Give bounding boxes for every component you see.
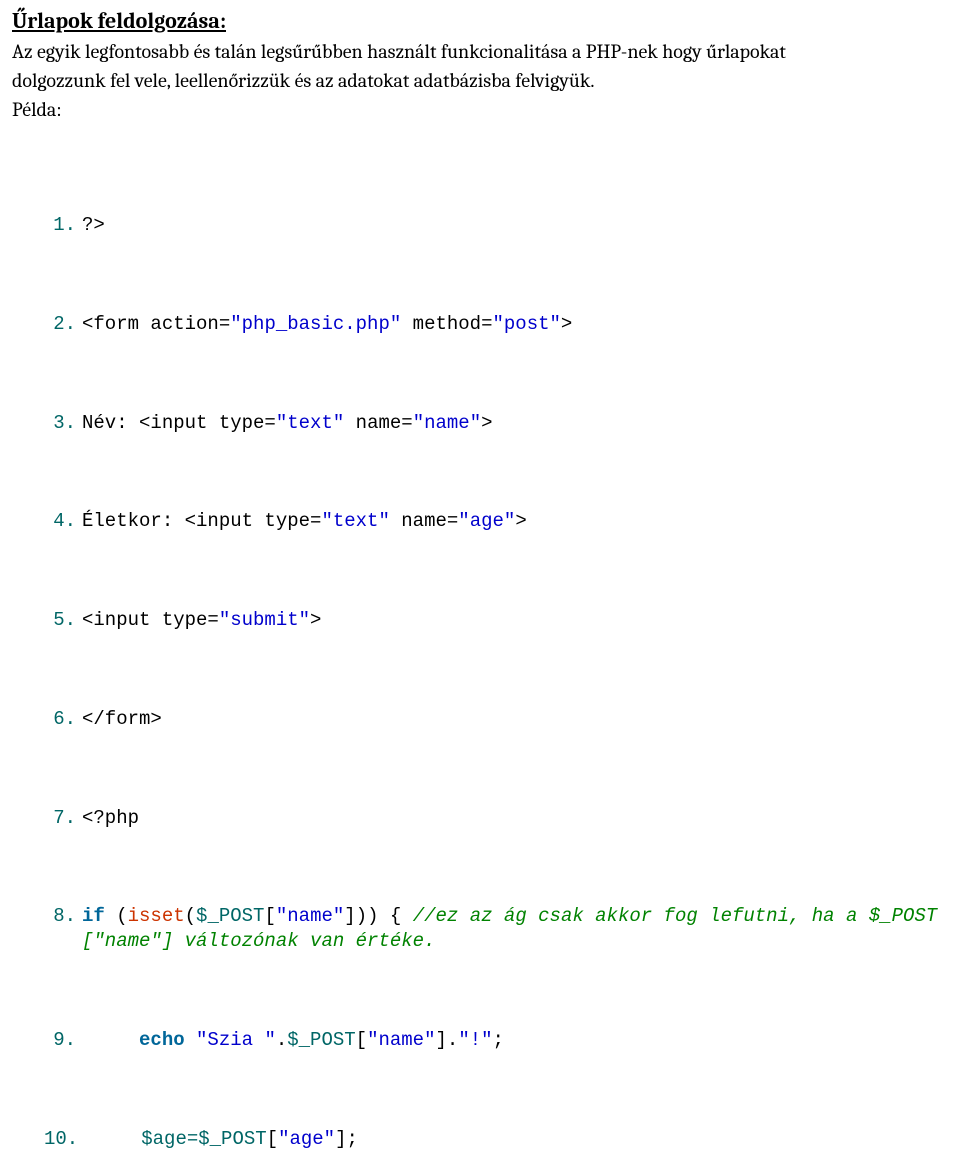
code-line: 5. <input type="submit">	[44, 608, 947, 633]
line-number: 2.	[44, 312, 82, 337]
code-line: 7. <?php	[44, 806, 947, 831]
code-line: 8. if (isset($_POST["name"])) { //ez az …	[44, 904, 947, 953]
line-number: 6.	[44, 707, 82, 732]
code-line: 9. echo "Szia ".$_POST["name"]."!";	[44, 1028, 947, 1053]
code-line: 3. Név: <input type="text" name="name">	[44, 411, 947, 436]
line-number: 7.	[44, 806, 82, 831]
line-number: 5.	[44, 608, 82, 633]
line-number: 3.	[44, 411, 82, 436]
intro-text-line1: Az egyik legfontosabb és talán legsűrűbb…	[12, 38, 947, 65]
line-number: 1.	[44, 213, 82, 238]
code-line: 6. </form>	[44, 707, 947, 732]
code-line: 4. Életkor: <input type="text" name="age…	[44, 509, 947, 534]
code-line: 1. ?>	[44, 213, 947, 238]
example-label: Példa:	[12, 98, 947, 121]
code-line: 2. <form action="php_basic.php" method="…	[44, 312, 947, 337]
line-number: 10.	[44, 1127, 84, 1152]
code-line: 10. $age=$_POST["age"];	[44, 1127, 947, 1152]
line-number: 4.	[44, 509, 82, 534]
intro-text-line2: dolgozzunk fel vele, leellenőrizzük és a…	[12, 67, 947, 94]
code-block: 1. ?> 2. <form action="php_basic.php" me…	[44, 139, 947, 1170]
line-number: 9.	[44, 1028, 82, 1053]
section-heading: Űrlapok feldolgozása:	[12, 8, 947, 34]
line-number: 8.	[44, 904, 82, 929]
